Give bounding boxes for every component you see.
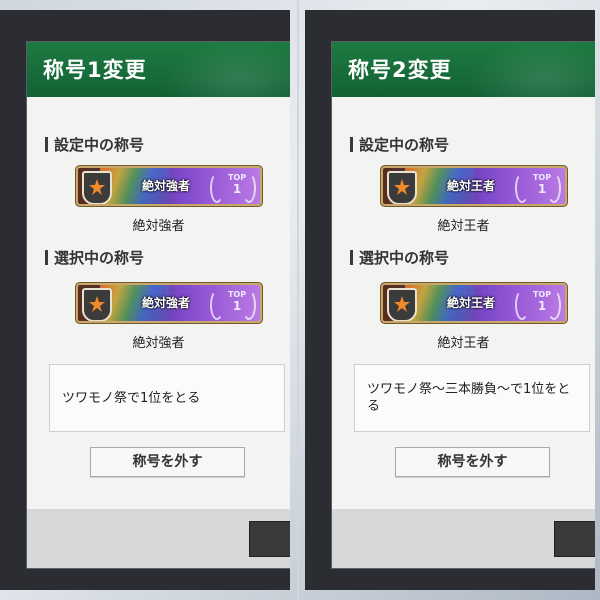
selected-title-heading-text: 選択中の称号 (54, 249, 145, 267)
selected-title-name: 絶対強者 (132, 336, 185, 351)
footer-thumbnail[interactable] (554, 521, 595, 557)
winged-shield-icon (82, 288, 112, 321)
current-title-heading: 設定中の称号 (350, 134, 449, 155)
dialog-header: 称号1変更 (27, 42, 290, 97)
footer-thumbnail[interactable] (249, 521, 290, 557)
rank-label: TOP (227, 290, 247, 299)
winged-shield-icon (387, 288, 417, 321)
rank-badge: TOP 1 (527, 287, 557, 319)
rank-label: TOP (532, 173, 552, 182)
winged-shield-icon (82, 171, 112, 204)
heading-bar (45, 137, 48, 152)
panel-divider (297, 0, 299, 600)
current-title-badge: 絶対強者 TOP 1 (78, 168, 260, 204)
badge-text: 絶対王者 (446, 179, 495, 193)
title-description-box: ツワモノ祭で1位をとる (49, 364, 285, 432)
rank-label: TOP (227, 173, 247, 182)
dialog-header: 称号2変更 (332, 42, 595, 97)
current-title-heading: 設定中の称号 (45, 134, 144, 155)
heading-bar (45, 250, 48, 265)
rank-number: 1 (537, 182, 547, 196)
selected-title-badge[interactable]: 絶対強者 TOP 1 (78, 285, 260, 321)
selected-title-badge[interactable]: 絶対王者 TOP 1 (383, 285, 565, 321)
badge-text: 絶対王者 (446, 296, 495, 310)
remove-title-button[interactable]: 称号を外す (395, 447, 550, 477)
title-description: ツワモノ祭で1位をとる (62, 390, 201, 406)
rank-number: 1 (232, 299, 242, 313)
title-change-panel-1: 称号1変更 設定中の称号 絶対強者 TOP 1 絶対強者 選択中の称号 絶対強者… (0, 10, 290, 590)
current-title-badge: 絶対王者 TOP 1 (383, 168, 565, 204)
selected-title-name: 絶対王者 (437, 336, 490, 351)
winged-shield-icon (387, 171, 417, 204)
selected-title-heading-text: 選択中の称号 (359, 249, 450, 267)
rank-badge: TOP 1 (527, 170, 557, 202)
dialog-title: 称号1変更 (43, 58, 147, 82)
heading-bar (350, 137, 353, 152)
current-title-heading-text: 設定中の称号 (359, 136, 450, 154)
current-title-name: 絶対王者 (437, 219, 490, 234)
header-decoration (150, 42, 290, 97)
selected-title-heading: 選択中の称号 (350, 247, 449, 268)
heading-bar (350, 250, 353, 265)
title-description-box: ツワモノ祭〜三本勝負〜で1位をとる (354, 364, 590, 432)
dialog-footer (332, 509, 595, 568)
rank-badge: TOP 1 (222, 170, 252, 202)
remove-title-button[interactable]: 称号を外す (90, 447, 245, 477)
selected-title-heading: 選択中の称号 (45, 247, 144, 268)
dialog-footer (27, 509, 290, 568)
title-description: ツワモノ祭〜三本勝負〜で1位をとる (367, 382, 571, 414)
badge-text: 絶対強者 (141, 296, 190, 310)
rank-number: 1 (232, 182, 242, 196)
header-decoration (455, 42, 595, 97)
current-title-name: 絶対強者 (132, 219, 185, 234)
current-title-heading-text: 設定中の称号 (54, 136, 145, 154)
title-change-panel-2: 称号2変更 設定中の称号 絶対王者 TOP 1 絶対王者 選択中の称号 絶対王者… (305, 10, 595, 590)
title-change-dialog: 称号1変更 設定中の称号 絶対強者 TOP 1 絶対強者 選択中の称号 絶対強者… (27, 42, 290, 568)
rank-badge: TOP 1 (222, 287, 252, 319)
title-change-dialog: 称号2変更 設定中の称号 絶対王者 TOP 1 絶対王者 選択中の称号 絶対王者… (332, 42, 595, 568)
rank-number: 1 (537, 299, 547, 313)
dialog-title: 称号2変更 (348, 58, 452, 82)
badge-text: 絶対強者 (141, 179, 190, 193)
rank-label: TOP (532, 290, 552, 299)
